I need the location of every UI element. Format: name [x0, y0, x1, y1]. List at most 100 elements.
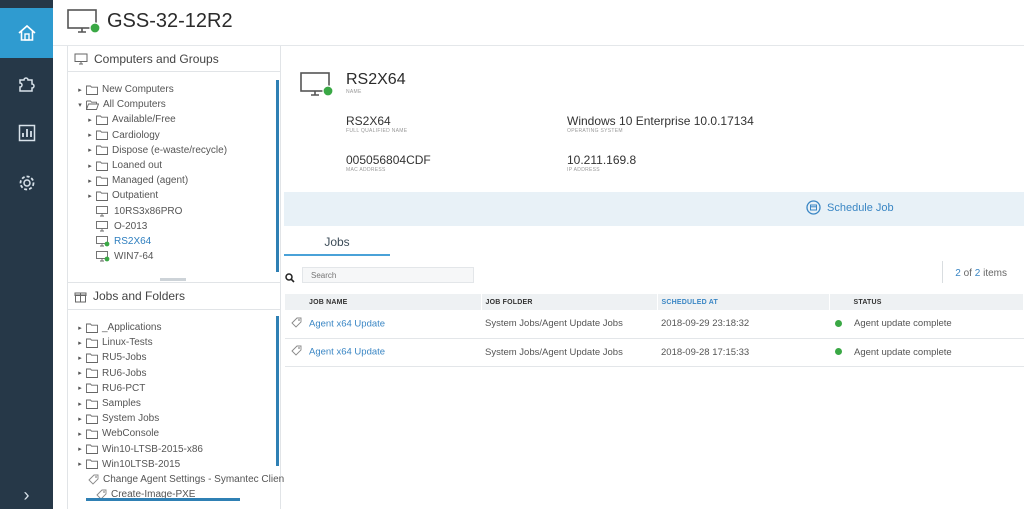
job-folder-cell: System Jobs/Agent Update Jobs	[481, 338, 657, 367]
expand-arrow-icon[interactable]: ▸	[86, 131, 94, 139]
tree-item[interactable]: ▸ Available/Free	[68, 112, 280, 127]
tree-item[interactable]: ▸ New Computers	[68, 82, 280, 97]
tag-icon	[291, 317, 309, 331]
job-name[interactable]: Agent x64 Update	[309, 347, 385, 358]
schedule-job-button[interactable]: Schedule Job	[806, 200, 894, 215]
jobs-toolbar: 2 of 2 items	[281, 261, 1024, 289]
panel-resize-handle[interactable]	[160, 278, 186, 281]
tree-item[interactable]: ▸ Samples	[68, 396, 280, 411]
horizontal-scrollbar[interactable]	[86, 498, 240, 501]
tree-item[interactable]: ▾ All Computers	[68, 97, 280, 112]
calendar-icon	[806, 200, 821, 215]
tree-panel: Computers and Groups ▸ New Computers ▾ All …	[67, 46, 284, 509]
expand-arrow-icon[interactable]: ▸	[86, 116, 94, 124]
expand-arrow-icon[interactable]: ▸	[76, 369, 84, 377]
tree-item[interactable]: O-2013	[68, 219, 280, 234]
folder-icon	[96, 191, 108, 201]
expand-arrow-icon[interactable]: ▸	[76, 430, 84, 438]
tag-icon	[88, 474, 99, 485]
tree-item[interactable]: ▸ WebConsole	[68, 426, 280, 441]
tree-item[interactable]: ▸ System Jobs	[68, 411, 280, 426]
table-row[interactable]: Agent x64 Update System Jobs/Agent Update…	[285, 338, 1024, 367]
expand-arrow-icon[interactable]: ▸	[86, 177, 94, 185]
tree-item[interactable]: 10RS3x86PRO	[68, 204, 280, 219]
tree-item[interactable]: ▸ Managed (agent)	[68, 173, 280, 188]
folder-icon	[86, 429, 98, 439]
tree-item-label: Outpatient	[112, 190, 159, 202]
col-job-name[interactable]: JOB NAME	[285, 294, 482, 310]
tree-item-label: 10RS3x86PRO	[114, 205, 183, 217]
status-cell: Agent update complete	[829, 338, 1024, 367]
os-caption: OPERATING SYSTEM	[567, 128, 623, 134]
tree-item[interactable]: WIN7-64	[68, 249, 280, 264]
device-name-caption: NAME	[346, 89, 362, 95]
folder-icon	[96, 176, 108, 186]
scrollbar[interactable]	[276, 316, 279, 466]
tab-jobs[interactable]: Jobs	[284, 228, 390, 256]
expand-arrow-icon[interactable]: ▸	[86, 162, 94, 170]
nav-rail: ›	[0, 0, 53, 509]
expand-arrow-icon[interactable]: ▾	[76, 101, 84, 109]
tree-item-label: Cardiology	[112, 129, 160, 141]
expand-arrow-icon[interactable]: ▸	[86, 192, 94, 200]
tree-item[interactable]: ▸ Win10-LTSB-2015-x86	[68, 442, 280, 457]
tree-item[interactable]: ▸ RU6-Jobs	[68, 366, 280, 381]
col-job-folder[interactable]: JOB FOLDER	[481, 294, 658, 310]
nav-extensions[interactable]	[0, 58, 53, 108]
expand-arrow-icon[interactable]: ▸	[76, 86, 84, 94]
table-header-row: JOB NAME JOB FOLDER SCHEDULED AT STATUS	[285, 294, 1024, 310]
tree-item[interactable]: ▸ RU6-PCT	[68, 381, 280, 396]
folder-icon	[86, 338, 98, 348]
tree-item[interactable]: Change Agent Settings - Symantec Clien	[68, 472, 284, 487]
schedule-job-label: Schedule Job	[827, 201, 894, 214]
search-icon	[285, 270, 295, 288]
folder-icon	[96, 130, 108, 141]
nav-settings[interactable]	[0, 158, 53, 208]
job-name[interactable]: Agent x64 Update	[309, 318, 385, 329]
scheduled-at-cell: 2018-09-28 17:15:33	[657, 338, 829, 367]
expand-arrow-icon[interactable]: ▸	[76, 400, 84, 408]
nav-reports[interactable]	[0, 108, 53, 158]
folder-open-icon	[86, 100, 99, 110]
tree-item-label: RU6-Jobs	[102, 367, 147, 379]
expand-arrow-icon[interactable]: ▸	[76, 339, 84, 347]
expand-arrow-icon[interactable]: ▸	[76, 354, 84, 362]
tree-item[interactable]: ▸ Loaned out	[68, 158, 280, 173]
search-input[interactable]	[302, 267, 474, 283]
expand-arrow-icon[interactable]: ▸	[76, 384, 84, 392]
scrollbar[interactable]	[276, 80, 279, 272]
expand-arrow-icon[interactable]: ▸	[76, 324, 84, 332]
col-scheduled-at[interactable]: SCHEDULED AT	[657, 294, 830, 310]
expand-rail-button[interactable]: ›	[0, 481, 53, 509]
expand-arrow-icon[interactable]: ▸	[86, 146, 94, 154]
computers-groups-header: Computers and Groups	[68, 46, 280, 72]
tree-item-label: System Jobs	[102, 413, 160, 425]
jobs-folders-header: Jobs and Folders	[68, 282, 280, 310]
tree-item[interactable]: ▸ Cardiology	[68, 128, 280, 143]
chart-icon	[18, 124, 35, 142]
jobs-folders-section: Jobs and Folders ▸ _Applications ▸ Linux-Te…	[68, 282, 284, 502]
tree-item[interactable]: ▸ Dispose (e-waste/recycle)	[68, 143, 280, 158]
job-name-cell[interactable]: Agent x64 Update	[285, 338, 481, 367]
expand-arrow-icon[interactable]: ▸	[76, 460, 84, 468]
tree-item[interactable]: ▸ Win10LTSB-2015	[68, 457, 280, 472]
ip-caption: IP ADDRESS	[567, 167, 600, 173]
table-row[interactable]: Agent x64 Update System Jobs/Agent Update…	[285, 310, 1024, 339]
expand-arrow-icon[interactable]: ▸	[76, 445, 84, 453]
tree-item[interactable]: ▸ RU5-Jobs	[68, 350, 280, 365]
tree-item[interactable]: ▸ Outpatient	[68, 188, 280, 203]
job-name-cell[interactable]: Agent x64 Update	[285, 310, 481, 339]
computer-online-icon	[300, 72, 334, 103]
col-status[interactable]: STATUS	[829, 294, 1024, 310]
tree-item[interactable]: ▸ Linux-Tests	[68, 335, 280, 350]
folder-icon	[86, 383, 98, 394]
tree-item[interactable]: ▸ _Applications	[68, 320, 280, 335]
tree-item[interactable]: RS2X64	[68, 234, 280, 249]
folder-icon	[86, 444, 98, 455]
folder-icon	[96, 161, 108, 171]
tree-item-label: Available/Free	[112, 114, 176, 126]
nav-home[interactable]	[0, 8, 53, 58]
tree-item-label: O-2013	[114, 220, 148, 232]
expand-arrow-icon[interactable]: ▸	[76, 415, 84, 423]
gear-icon	[19, 175, 34, 191]
